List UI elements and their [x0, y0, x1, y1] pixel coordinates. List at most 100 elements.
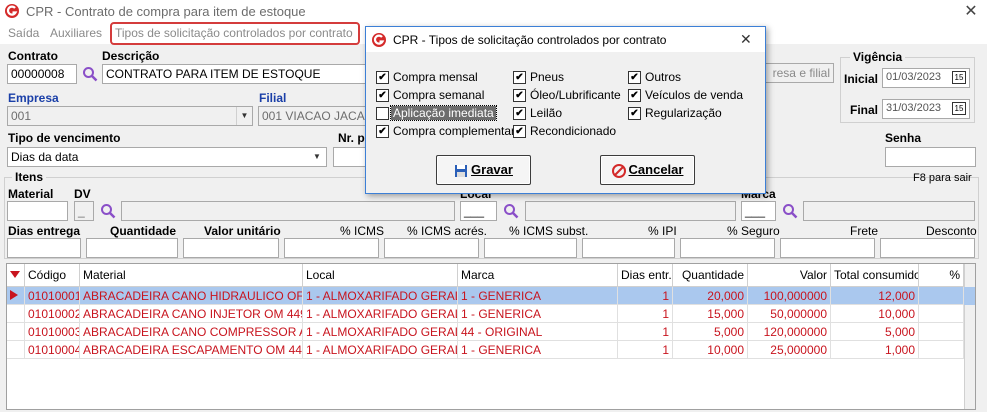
- checkbox-label[interactable]: Leilão: [530, 106, 562, 120]
- app-logo-icon: [372, 33, 386, 47]
- chevron-down-icon[interactable]: ▼: [309, 148, 325, 166]
- filial-label: Filial: [259, 91, 287, 105]
- checkbox-label[interactable]: Compra semanal: [393, 88, 484, 102]
- checkbox-label[interactable]: Outros: [645, 70, 681, 84]
- row-pointer-icon: [7, 287, 25, 305]
- items-grid[interactable]: Código Material Local Marca Dias entr. Q…: [6, 263, 976, 410]
- cell-total: 5,000: [831, 323, 919, 341]
- gravar-button[interactable]: Gravar: [436, 155, 531, 185]
- quantidade-field[interactable]: [86, 238, 178, 258]
- checkbox-label[interactable]: Recondicionado: [530, 124, 616, 138]
- seguro-field[interactable]: [680, 238, 775, 258]
- nr-field[interactable]: [333, 147, 366, 167]
- search-icon[interactable]: [503, 203, 519, 219]
- col-header-material[interactable]: Material: [80, 264, 303, 287]
- col-header-dias[interactable]: Dias entr.: [618, 264, 673, 287]
- checkbox[interactable]: ✔: [376, 89, 389, 102]
- material-field[interactable]: [7, 201, 68, 221]
- calendar-icon[interactable]: 15: [952, 102, 966, 115]
- close-icon[interactable]: ✕: [960, 0, 982, 23]
- local-field[interactable]: ___: [460, 201, 497, 221]
- checkbox[interactable]: ✔: [376, 71, 389, 84]
- checkbox[interactable]: ✔: [376, 125, 389, 138]
- material-desc-field: [121, 201, 455, 221]
- dv-label: DV: [74, 187, 91, 201]
- cell-dias: 1: [618, 305, 673, 323]
- checkbox[interactable]: ✔: [513, 71, 526, 84]
- valor-unitario-field[interactable]: [183, 238, 279, 258]
- table-row[interactable]: 01010004ABRACADEIRA ESCAPAMENTO OM 449 6…: [7, 341, 975, 359]
- icms-field[interactable]: [284, 238, 379, 258]
- col-header-valor[interactable]: Valor: [748, 264, 831, 287]
- search-icon[interactable]: [100, 203, 116, 219]
- tipos-solicitacao-dialog: CPR - Tipos de solicitação controlados p…: [365, 26, 766, 194]
- f8-hint: F8 para sair: [913, 172, 972, 184]
- checkbox-label[interactable]: Regularização: [645, 106, 722, 120]
- cell-dias: 1: [618, 287, 673, 305]
- col-header-percent[interactable]: %: [919, 264, 964, 287]
- window-title: CPR - Contrato de compra para item de es…: [26, 4, 306, 19]
- cell-total: 12,000: [831, 287, 919, 305]
- cell-marca: 44 - ORIGINAL: [458, 323, 618, 341]
- chevron-down-icon[interactable]: ▼: [236, 107, 252, 125]
- checkbox[interactable]: ✔: [513, 89, 526, 102]
- ipi-label: % IPI: [648, 224, 677, 238]
- table-row[interactable]: 01010003ABRACADEIRA CANO COMPRESSOR AR .…: [7, 323, 975, 341]
- cell-percent: [919, 323, 964, 341]
- marca-field[interactable]: ___: [741, 201, 776, 221]
- filial-select[interactable]: 001 VIACAO JACARE: [258, 106, 366, 126]
- calendar-icon[interactable]: 15: [952, 71, 966, 84]
- frete-field[interactable]: [780, 238, 875, 258]
- checkbox-label[interactable]: Aplicação imediata: [390, 105, 497, 121]
- sort-down-icon: [10, 271, 20, 278]
- local-desc-field: [525, 201, 736, 221]
- icms-acres-field[interactable]: [384, 238, 479, 258]
- cancel-icon: [611, 163, 626, 178]
- tipo-vencimento-select[interactable]: Dias da data: [7, 147, 327, 167]
- icms-subst-field[interactable]: [484, 238, 577, 258]
- checkbox[interactable]: [376, 107, 389, 120]
- vigencia-label: Vigência: [850, 50, 906, 64]
- checkbox[interactable]: ✔: [513, 125, 526, 138]
- checkbox-label[interactable]: Pneus: [530, 70, 564, 84]
- checkbox-label[interactable]: Óleo/Lubrificante: [530, 88, 621, 102]
- close-icon[interactable]: ✕: [740, 31, 752, 48]
- menu-item-auxiliares[interactable]: Auxiliares: [50, 26, 102, 40]
- checkbox-label[interactable]: Veículos de venda: [645, 88, 743, 102]
- senha-label: Senha: [885, 131, 922, 145]
- desconto-field[interactable]: [880, 238, 975, 258]
- col-header-codigo[interactable]: Código: [25, 264, 80, 287]
- dv-field[interactable]: _: [74, 201, 94, 221]
- checkbox[interactable]: ✔: [628, 71, 641, 84]
- cell-codigo: 01010002: [25, 305, 80, 323]
- checkbox-label[interactable]: Compra mensal: [393, 70, 478, 84]
- empresa-filial-button[interactable]: resa e filial: [764, 63, 834, 83]
- dias-entrega-field[interactable]: [7, 238, 81, 258]
- col-header-total[interactable]: Total consumido: [831, 264, 919, 287]
- save-icon: [455, 164, 468, 177]
- col-header-local[interactable]: Local: [303, 264, 458, 287]
- icms-acres-label: % ICMS acrés.: [407, 224, 488, 238]
- senha-field[interactable]: [885, 147, 976, 167]
- ipi-field[interactable]: [582, 238, 675, 258]
- menu-item-saida[interactable]: Saída: [8, 26, 39, 40]
- table-row[interactable]: 01010001 ABRACADEIRA CANO HIDRAULICO OF 1…: [7, 287, 975, 305]
- cancelar-button[interactable]: Cancelar: [600, 155, 695, 185]
- table-row[interactable]: 01010002 ABRACADEIRA CANO INJETOR OM 449 …: [7, 305, 975, 323]
- descricao-field[interactable]: CONTRATO PARA ITEM DE ESTOQUE: [102, 64, 366, 84]
- seguro-label: % Seguro: [727, 224, 780, 238]
- cell-valor: 50,000000: [748, 305, 831, 323]
- col-header-quantidade[interactable]: Quantidade: [673, 264, 748, 287]
- col-header-marca[interactable]: Marca: [458, 264, 618, 287]
- cell-local: 1 - ALMOXARIFADO GERAL ...: [303, 287, 458, 305]
- checkbox[interactable]: ✔: [628, 107, 641, 120]
- checkbox[interactable]: ✔: [513, 107, 526, 120]
- contrato-field[interactable]: 00000008: [7, 64, 77, 84]
- search-icon[interactable]: [82, 66, 98, 82]
- checkbox[interactable]: ✔: [628, 89, 641, 102]
- checkbox-label[interactable]: Compra complementar: [393, 124, 515, 138]
- cell-valor: 120,000000: [748, 323, 831, 341]
- search-icon[interactable]: [782, 203, 798, 219]
- menu-item-tipos-solicitacao[interactable]: Tipos de solicitação controlados por con…: [115, 26, 353, 40]
- empresa-select[interactable]: 001: [7, 106, 253, 126]
